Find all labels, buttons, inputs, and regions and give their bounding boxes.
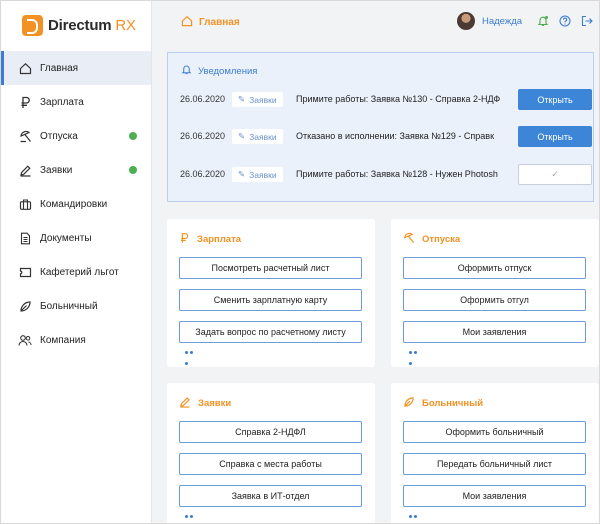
sidebar-item-vacation[interactable]: Отпуска [1,119,151,153]
change-salary-card-button[interactable]: Сменить зарплатную карту [179,289,362,311]
sidebar-nav: Главная Зарплата Отпуска Заявки Командир… [1,51,151,357]
notification-tag[interactable]: ✎ Заявки [232,129,283,144]
sidebar: Directum RX Главная Зарплата Отпуска Зая… [1,1,152,523]
sick-leave-card: Больничный Оформить больничный Передать … [391,383,599,523]
sidebar-item-label: Командировки [40,198,108,210]
logo-icon [22,15,43,36]
notification-tag[interactable]: ✎ Заявки [232,92,283,107]
notification-date: 26.06.2020 [180,94,226,104]
ruble-icon [18,95,32,109]
ticket-icon [18,265,32,279]
sidebar-item-documents[interactable]: Документы [1,221,151,255]
avatar [457,12,475,30]
top-header: Главная Надежда [153,1,599,45]
logo[interactable]: Directum RX [22,15,136,36]
ruble-icon [179,232,190,247]
page-title-text: Главная [199,17,240,28]
it-request-button[interactable]: Заявка в ИТ-отдел [179,485,362,507]
people-icon [18,333,32,347]
notification-row: 26.06.2020 ✎ Заявки Примите работы: Заявк… [168,89,593,111]
beach-icon [403,232,415,247]
employment-certificate-button[interactable]: Справка с места работы [179,453,362,475]
card-title: Зарплата [179,232,241,247]
document-icon [18,231,32,245]
salary-card: Зарплата Посмотреть расчетный лист Смени… [167,219,375,367]
vacation-card: Отпуска Оформить отпуск Оформить отгул М… [391,219,599,367]
card-title: Отпуска [403,232,460,247]
sidebar-item-label: Заявки [40,164,73,176]
notification-tag[interactable]: ✎ Заявки [232,167,283,182]
pen-icon: ✎ [238,131,246,141]
income-certificate-button[interactable]: Справка 2-НДФЛ [179,421,362,443]
card-title: Больничный [403,396,483,411]
my-applications-button[interactable]: Мои заявления [403,485,586,507]
status-badge [129,166,137,174]
notifications-title: Уведомления [181,64,257,78]
sidebar-item-label: Главная [40,62,79,74]
bell-icon[interactable] [536,14,549,27]
request-vacation-button[interactable]: Оформить отпуск [403,257,586,279]
app-window: Directum RX Главная Зарплата Отпуска Зая… [0,0,600,524]
sidebar-item-home[interactable]: Главная [1,51,151,85]
sidebar-item-sick-leave[interactable]: Больничный [1,289,151,323]
acknowledge-button[interactable]: ✓ [518,164,592,185]
sidebar-item-label: Больничный [40,300,98,312]
request-time-off-button[interactable]: Оформить отгул [403,289,586,311]
more-icon[interactable] [409,515,423,519]
sidebar-item-requests[interactable]: Заявки [1,153,151,187]
file-sick-leave-button[interactable]: Оформить больничный [403,421,586,443]
more-icon[interactable] [185,515,199,519]
home-icon [181,15,193,30]
sidebar-item-label: Зарплата [40,96,84,108]
sidebar-item-label: Компания [40,334,86,346]
notification-text[interactable]: Примите работы: Заявка №128 - Нужен Phot… [296,169,508,179]
more-icon[interactable] [185,351,199,365]
bell-icon [181,64,192,78]
notification-date: 26.06.2020 [180,169,226,179]
notification-text[interactable]: Отказано в исполнении: Заявка №129 - Спр… [296,131,508,141]
pill-icon [18,299,32,313]
sidebar-item-label: Отпуска [40,130,78,142]
beach-icon [18,129,32,143]
user-name: Надежда [482,15,523,27]
my-applications-button[interactable]: Мои заявления [403,321,586,343]
more-icon[interactable] [409,351,423,365]
sidebar-item-label: Кафетерий льгот [40,266,119,278]
pen-icon [18,163,32,177]
user-menu[interactable]: Надежда [457,12,522,30]
notification-date: 26.06.2020 [180,131,226,141]
sidebar-item-salary[interactable]: Зарплата [1,85,151,119]
notifications-panel: Уведомления 26.06.2020 ✎ Заявки Примите р… [167,52,594,202]
submit-sick-note-button[interactable]: Передать больничный лист [403,453,586,475]
sidebar-item-label: Документы [40,232,92,244]
notification-row: 26.06.2020 ✎ Заявки Отказано в исполнении… [168,126,593,148]
page-title: Главная [181,15,240,30]
pill-icon [403,396,415,411]
pen-icon: ✎ [238,169,246,179]
notification-row: 26.06.2020 ✎ Заявки Примите работы: Заявк… [168,164,593,186]
home-icon [18,61,32,75]
help-icon[interactable] [558,14,571,27]
view-payslip-button[interactable]: Посмотреть расчетный лист [179,257,362,279]
sidebar-item-business-trips[interactable]: Командировки [1,187,151,221]
ask-payslip-question-button[interactable]: Задать вопрос по расчетному листу [179,321,362,343]
sidebar-item-benefits[interactable]: Кафетерий льгот [1,255,151,289]
suitcase-icon [18,197,32,211]
header-actions [536,14,593,27]
requests-card: Заявки Справка 2-НДФЛ Справка с места ра… [167,383,375,523]
pen-icon: ✎ [238,94,246,104]
notification-text[interactable]: Примите работы: Заявка №130 - Справка 2-… [296,94,508,104]
status-badge [129,132,137,140]
logout-icon[interactable] [580,14,593,27]
open-button[interactable]: Открыть [518,126,592,147]
logo-suffix: RX [115,17,136,34]
logo-brand: Directum [48,17,112,34]
sidebar-item-company[interactable]: Компания [1,323,151,357]
card-title: Заявки [179,396,231,411]
open-button[interactable]: Открыть [518,89,592,110]
pen-icon [179,396,191,411]
